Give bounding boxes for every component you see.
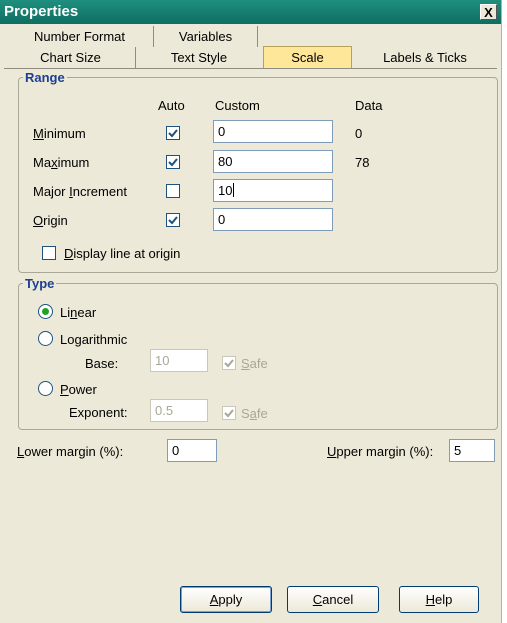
linear-radio[interactable] (38, 304, 53, 319)
display-line-label[interactable]: Display line at origin (64, 246, 180, 261)
column-custom: Custom (215, 98, 260, 113)
check-icon (224, 359, 234, 368)
major-increment-custom-input[interactable]: 10 (213, 179, 333, 202)
check-icon (224, 409, 234, 418)
tab-divider (4, 68, 497, 69)
range-legend: Range (25, 70, 65, 85)
tab-variables[interactable]: Variables (154, 26, 258, 47)
tab-text-style[interactable]: Text Style (136, 47, 262, 68)
column-auto: Auto (158, 98, 185, 113)
base-label: Base: (85, 356, 119, 371)
exponent-label: Exponent: (69, 405, 128, 420)
apply-button[interactable]: Apply (180, 586, 272, 613)
radio-selected-dot (42, 308, 49, 315)
window-title: Properties (4, 3, 79, 20)
minimum-label: Minimum (33, 126, 86, 141)
lower-margin-input[interactable]: 0 (167, 439, 217, 462)
tab-scale[interactable]: Scale (263, 46, 352, 69)
maximum-label: Maximum (33, 155, 90, 170)
display-line-checkbox[interactable] (42, 246, 56, 260)
origin-auto-checkbox[interactable] (166, 213, 180, 227)
origin-custom-input[interactable]: 0 (213, 208, 333, 231)
base-safe-label: Safe (241, 356, 268, 371)
power-radio[interactable] (38, 381, 53, 396)
check-icon (168, 158, 178, 167)
exponent-safe-label: Safe (241, 406, 268, 421)
base-input[interactable]: 10 (150, 349, 208, 372)
close-button[interactable]: X (480, 4, 497, 20)
base-safe-checkbox[interactable] (222, 356, 236, 370)
origin-label: Origin (33, 213, 68, 228)
check-icon (168, 216, 178, 225)
text-caret (233, 183, 234, 197)
type-legend: Type (25, 276, 55, 291)
cancel-button[interactable]: Cancel (287, 586, 379, 613)
minimum-auto-checkbox[interactable] (166, 126, 180, 140)
maximum-data-value: 78 (355, 155, 370, 170)
tab-number-format[interactable]: Number Format (6, 26, 154, 47)
maximum-auto-checkbox[interactable] (166, 155, 180, 169)
properties-dialog: Properties X Number Format Variables Cha… (0, 0, 502, 623)
maximum-custom-input[interactable]: 80 (213, 150, 333, 173)
upper-margin-label: Upper margin (%): (327, 444, 434, 459)
column-data: Data (355, 98, 383, 113)
power-label[interactable]: Power (60, 382, 97, 397)
check-icon (168, 129, 178, 138)
logarithmic-radio[interactable] (38, 331, 53, 346)
major-increment-label: Major Increment (33, 184, 127, 199)
major-increment-auto-checkbox[interactable] (166, 184, 180, 198)
help-button[interactable]: Help (399, 586, 479, 613)
minimum-custom-input[interactable]: 0 (213, 120, 333, 143)
linear-label[interactable]: Linear (60, 305, 96, 320)
lower-margin-label: Lower margin (%): (17, 444, 124, 459)
logarithmic-label[interactable]: Logarithmic (60, 332, 127, 347)
tab-labels-ticks[interactable]: Labels & Ticks (355, 47, 495, 68)
exponent-input[interactable]: 0.5 (150, 399, 208, 422)
exponent-safe-checkbox[interactable] (222, 406, 236, 420)
tab-chart-size[interactable]: Chart Size (6, 47, 136, 68)
title-bar[interactable]: Properties X (0, 0, 501, 24)
upper-margin-input[interactable]: 5 (449, 439, 495, 462)
minimum-data-value: 0 (355, 126, 363, 141)
